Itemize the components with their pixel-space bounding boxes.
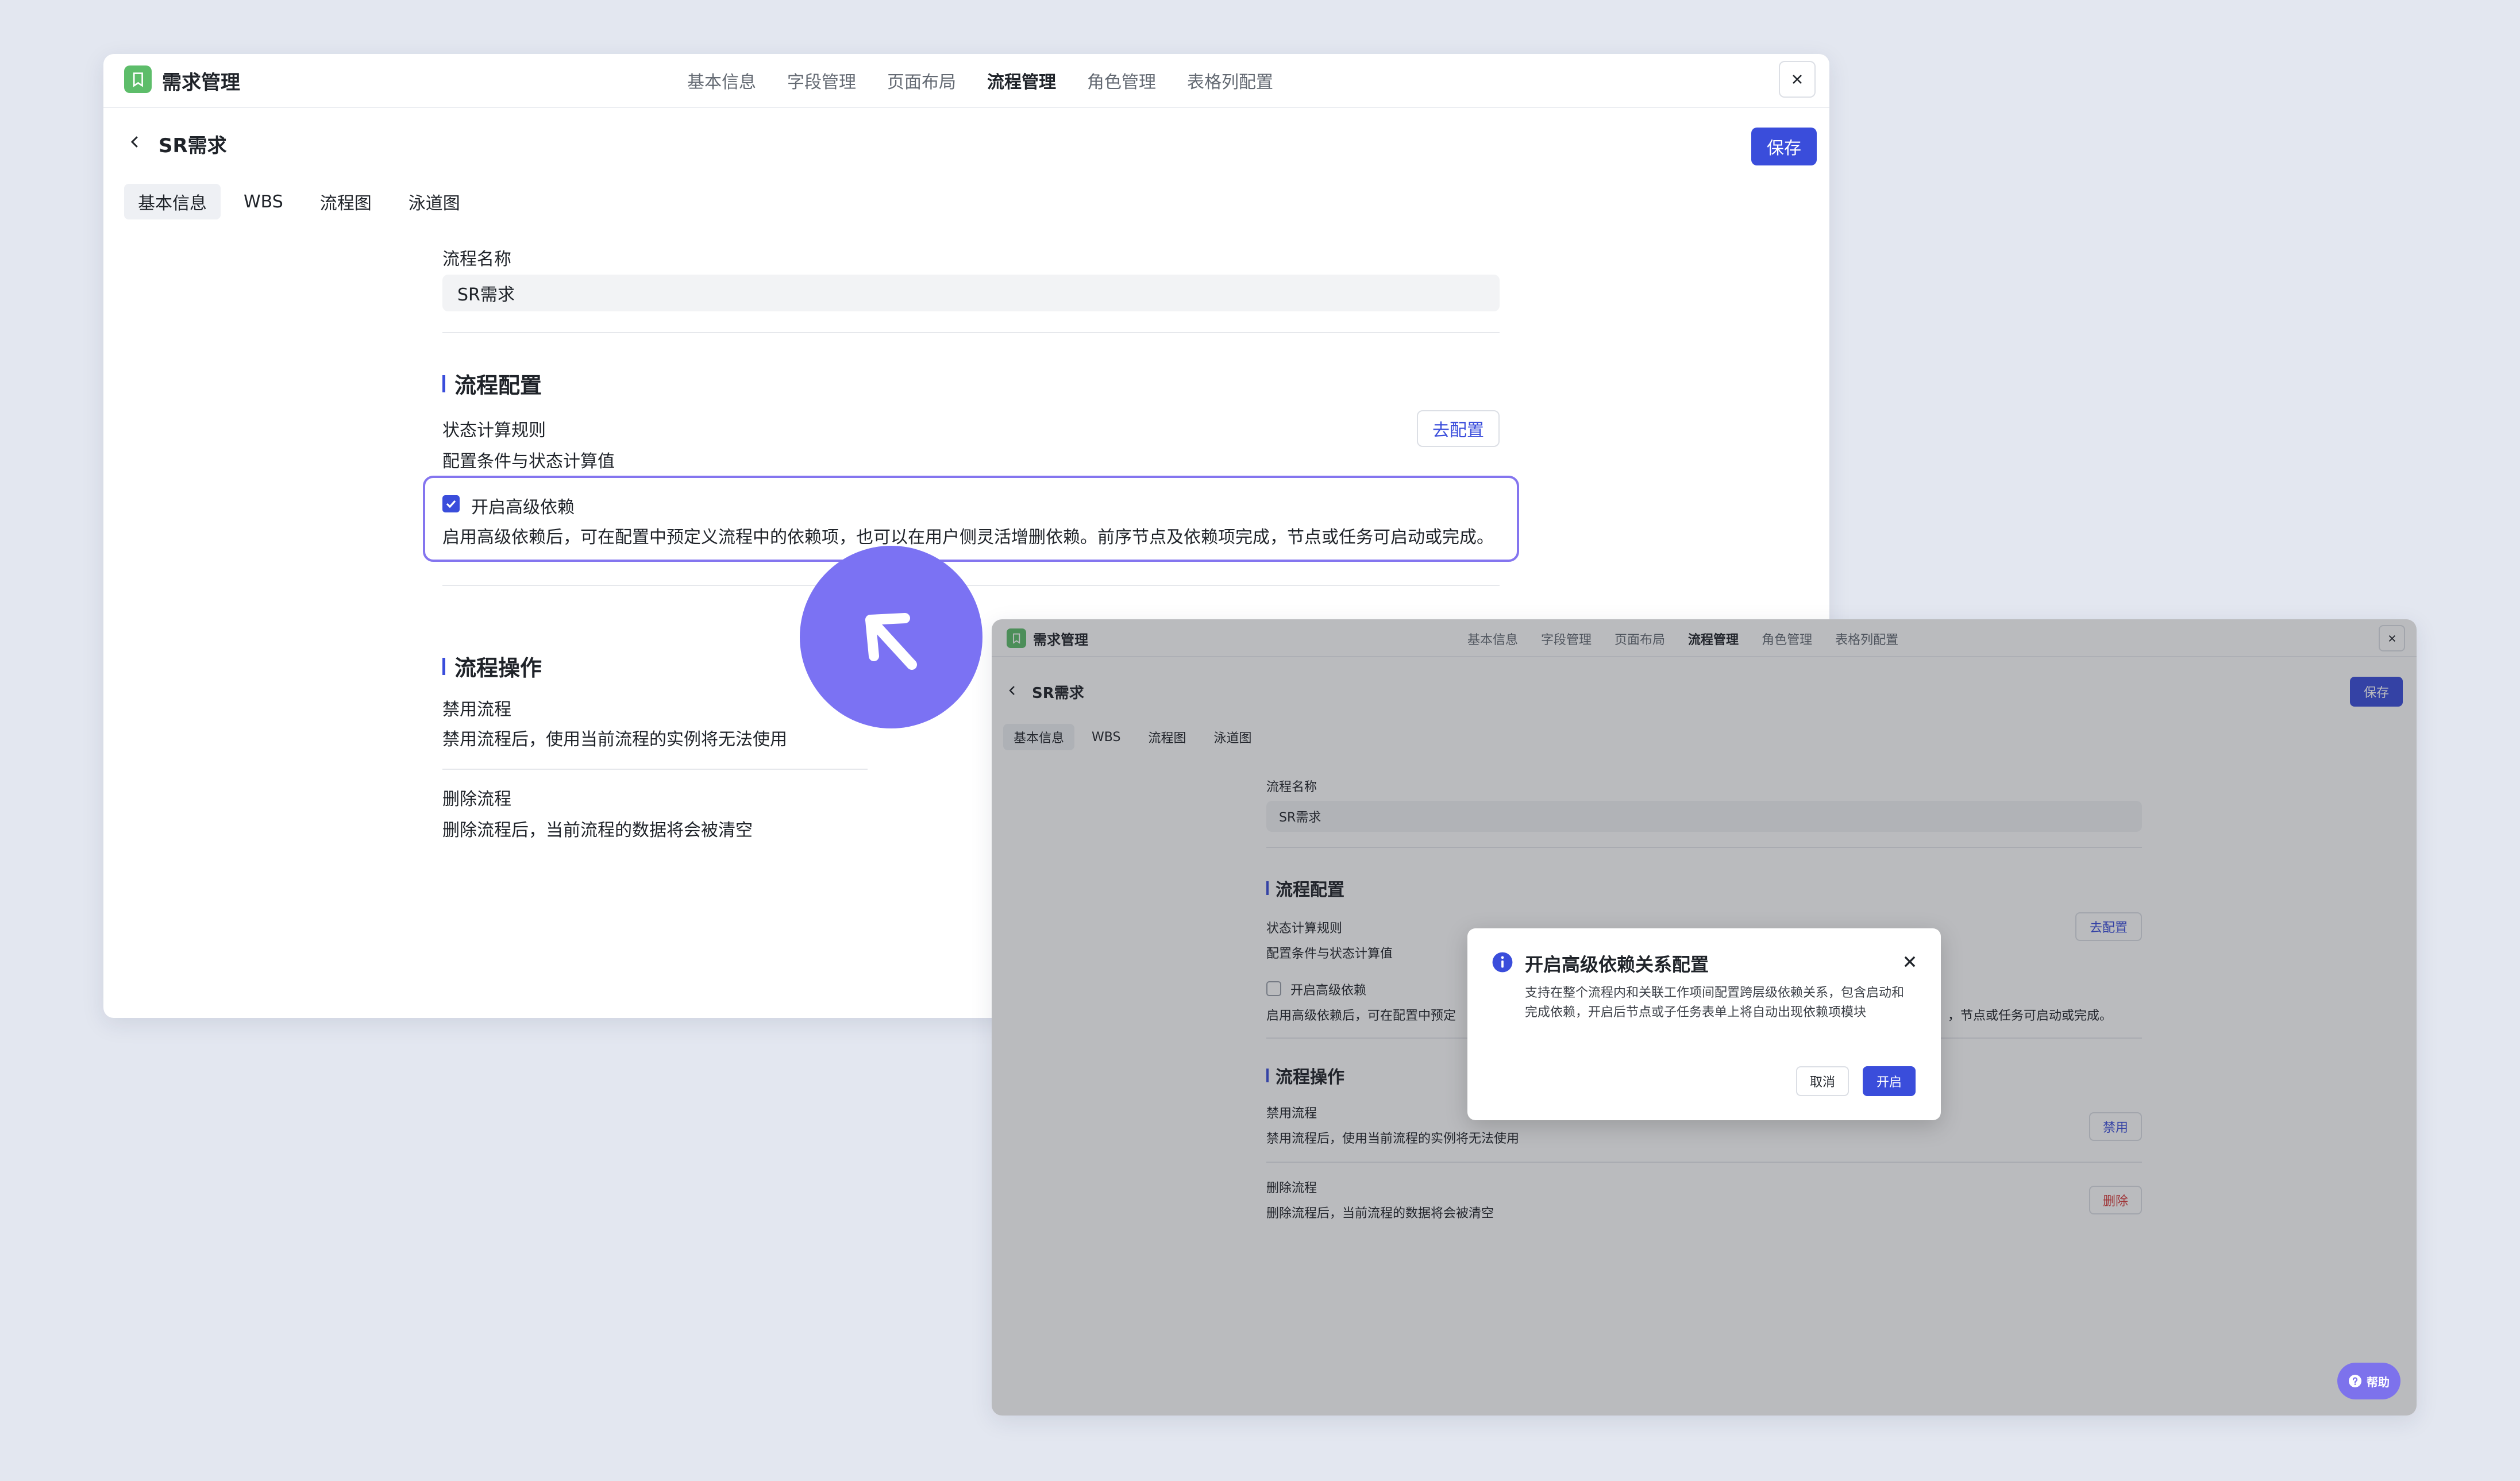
nav-item-flow-management[interactable]: 流程管理 bbox=[987, 68, 1056, 93]
arrow-up-left-icon bbox=[865, 613, 917, 670]
modal-state-window: 需求管理 基本信息 字段管理 页面布局 流程管理 角色管理 表格列配置 SR需求… bbox=[992, 619, 2417, 1416]
subtab-flow-chart[interactable]: 流程图 bbox=[306, 184, 386, 219]
flow-config-section-title: 流程配置 bbox=[442, 368, 542, 399]
section-marker bbox=[442, 657, 445, 675]
stage: 需求管理 基本信息 字段管理 页面布局 流程管理 角色管理 表格列配置 SR需求… bbox=[0, 0, 2520, 1481]
advanced-dependency-label: 开启高级依赖 bbox=[471, 497, 575, 518]
advanced-dependency-highlight: 开启高级依赖 启用高级依赖后，可在配置中预定义流程中的依赖项，也可以在用户侧灵活… bbox=[423, 476, 1519, 562]
sub-tabs: 基本信息 WBS 流程图 泳道图 bbox=[124, 184, 474, 219]
help-button[interactable]: 帮助 bbox=[2337, 1363, 2400, 1399]
section-marker bbox=[442, 375, 445, 392]
flow-name-input[interactable]: SR需求 bbox=[442, 275, 1500, 311]
flow-config-title-text: 流程配置 bbox=[454, 373, 542, 398]
check-icon bbox=[446, 500, 456, 508]
nav-item-role-management[interactable]: 角色管理 bbox=[1087, 68, 1156, 93]
title-bar: 需求管理 基本信息 字段管理 页面布局 流程管理 角色管理 表格列配置 bbox=[103, 54, 1829, 108]
close-window-button[interactable] bbox=[1779, 61, 1816, 98]
flow-ops-section-title: 流程操作 bbox=[442, 650, 542, 682]
subtab-basic-info[interactable]: 基本信息 bbox=[124, 184, 221, 219]
flow-ops-title-text: 流程操作 bbox=[454, 655, 542, 681]
divider bbox=[442, 332, 1500, 333]
cursor-indicator bbox=[800, 546, 982, 728]
subtab-swimlane[interactable]: 泳道图 bbox=[395, 184, 474, 219]
subtab-wbs[interactable]: WBS bbox=[230, 184, 297, 219]
advanced-dependency-desc: 启用高级依赖后，可在配置中预定义流程中的依赖项，也可以在用户侧灵活增删依赖。前序… bbox=[442, 527, 1494, 547]
save-button[interactable]: 保存 bbox=[1751, 128, 1817, 165]
question-icon bbox=[2349, 1375, 2361, 1387]
divider bbox=[442, 769, 868, 770]
advanced-dependency-dialog: 开启高级依赖关系配置 支持在整个流程内和关联工作项间配置跨层级依赖关系，包含启动… bbox=[1467, 928, 1941, 1120]
advanced-dependency-checkbox[interactable] bbox=[442, 495, 460, 512]
app-title: 需求管理 bbox=[162, 71, 240, 94]
page-title: SR需求 bbox=[159, 134, 227, 157]
app-logo-icon bbox=[124, 65, 152, 93]
chevron-left-icon bbox=[130, 136, 138, 148]
dialog-cancel-button[interactable]: 取消 bbox=[1796, 1066, 1849, 1096]
status-rule-desc: 配置条件与状态计算值 bbox=[442, 452, 615, 472]
top-nav: 基本信息 字段管理 页面布局 流程管理 角色管理 表格列配置 bbox=[687, 68, 1273, 93]
nav-item-field-management[interactable]: 字段管理 bbox=[787, 68, 856, 93]
delete-flow-label: 删除流程 bbox=[442, 789, 511, 809]
status-rule-label: 状态计算规则 bbox=[442, 421, 546, 441]
divider bbox=[442, 585, 1500, 586]
dialog-title: 开启高级依赖关系配置 bbox=[1525, 954, 1709, 975]
back-button[interactable] bbox=[126, 133, 144, 151]
help-label: 帮助 bbox=[2367, 1375, 2390, 1389]
disable-flow-desc: 禁用流程后，使用当前流程的实例将无法使用 bbox=[442, 730, 787, 750]
info-icon bbox=[1492, 952, 1513, 973]
dialog-body: 支持在整个流程内和关联工作项间配置跨层级依赖关系，包含启动和完成依赖，开启后节点… bbox=[1525, 986, 1905, 1020]
disable-flow-label: 禁用流程 bbox=[442, 700, 511, 720]
flow-name-label: 流程名称 bbox=[442, 249, 511, 269]
close-icon bbox=[1793, 75, 1802, 84]
dialog-confirm-button[interactable]: 开启 bbox=[1863, 1066, 1916, 1096]
dialog-close-icon[interactable] bbox=[1902, 954, 1918, 970]
nav-item-table-column-config[interactable]: 表格列配置 bbox=[1187, 68, 1273, 93]
nav-item-basic-info[interactable]: 基本信息 bbox=[687, 68, 756, 93]
nav-item-page-layout[interactable]: 页面布局 bbox=[887, 68, 956, 93]
go-config-button[interactable]: 去配置 bbox=[1417, 410, 1500, 447]
delete-flow-desc: 删除流程后，当前流程的数据将会被清空 bbox=[442, 820, 753, 840]
